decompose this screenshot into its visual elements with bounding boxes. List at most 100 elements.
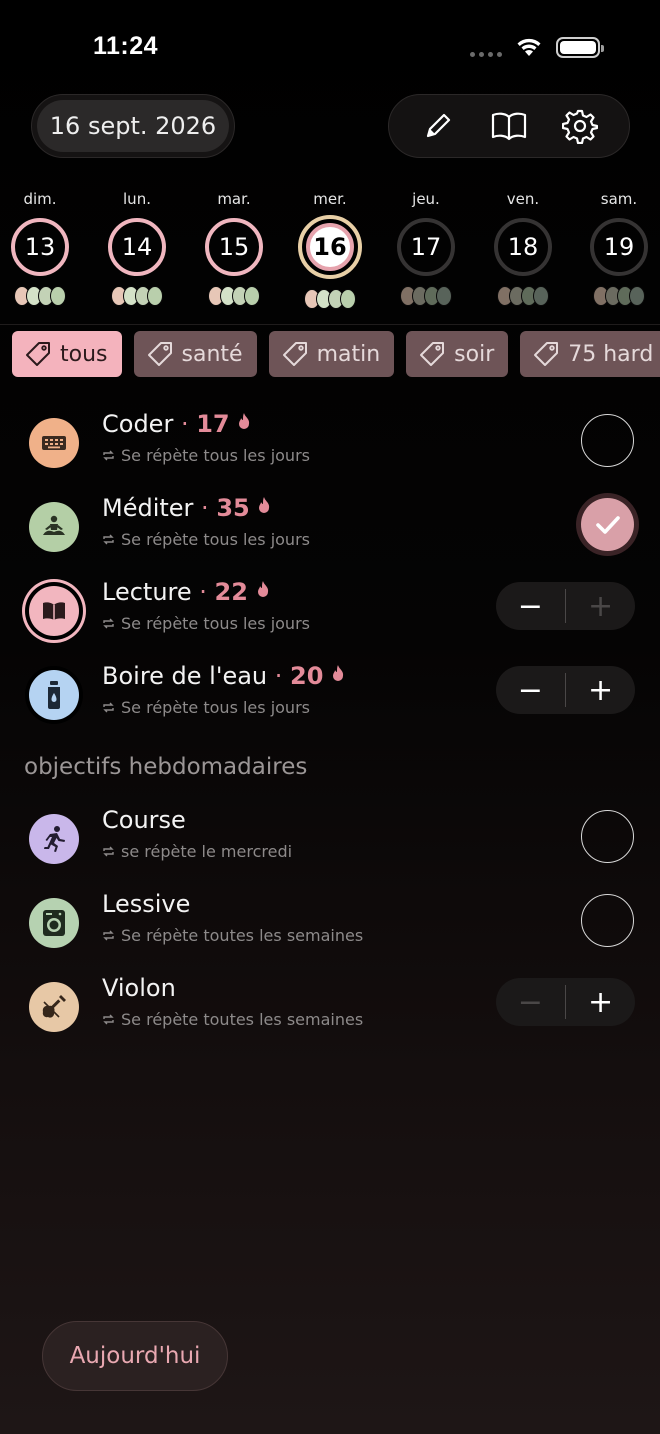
day-ring: 15 xyxy=(205,218,263,276)
habit-title: Méditer · 35 xyxy=(102,494,271,522)
habit-repeat-text: Se répète tous les jours xyxy=(121,446,310,465)
habit-row-m-diter[interactable]: Méditer · 35 Se répète tous les jours xyxy=(0,484,660,568)
habit-icon-badge xyxy=(29,418,79,468)
day-ring: 14 xyxy=(108,218,166,276)
habit-name: Boire de l'eau xyxy=(102,662,268,690)
tag-label: tous xyxy=(60,341,108,367)
battery-icon xyxy=(556,36,604,58)
habit-title: Lessive xyxy=(102,890,190,918)
repeat-icon xyxy=(103,534,114,545)
completion-checkbox[interactable] xyxy=(581,810,634,863)
habit-dot-icon xyxy=(147,286,163,306)
habit-repeat: Se répète toutes les semaines xyxy=(102,1010,363,1029)
streak-count: 22 xyxy=(214,578,248,606)
habit-row-lecture[interactable]: Lecture · 22 Se répète tous les jours − … xyxy=(0,568,660,652)
completion-checkbox[interactable] xyxy=(581,894,634,947)
habit-icon-badge xyxy=(29,814,79,864)
tag-3[interactable]: soir xyxy=(406,331,509,377)
habit-row-boire-de-l-eau[interactable]: Boire de l'eau · 20 Se répète tous les j… xyxy=(0,652,660,736)
habit-row-lessive[interactable]: Lessive Se répète toutes les semaines xyxy=(0,880,660,964)
edit-button[interactable] xyxy=(413,101,463,151)
toolbar xyxy=(388,94,630,158)
increment-button[interactable]: + xyxy=(566,978,635,1026)
increment-button[interactable]: + xyxy=(566,666,635,714)
day-15[interactable]: mar. 15 xyxy=(194,190,274,306)
day-18[interactable]: ven. 18 xyxy=(483,190,563,306)
cellular-signal-icon xyxy=(470,51,502,57)
day-name: jeu. xyxy=(412,190,440,208)
water-bottle-icon xyxy=(43,680,65,710)
day-16[interactable]: mer. 16 xyxy=(290,190,370,309)
habit-row-violon[interactable]: Violon Se répète toutes les semaines − + xyxy=(0,964,660,1048)
streak-count: 17 xyxy=(196,410,230,438)
wifi-icon xyxy=(517,38,541,56)
habit-repeat: Se répète tous les jours xyxy=(102,698,310,717)
habit-title: Coder · 17 xyxy=(102,410,251,438)
habit-row-course[interactable]: Course se répète le mercredi xyxy=(0,796,660,880)
repeat-icon xyxy=(103,930,114,941)
streak-separator: · xyxy=(173,410,197,438)
habit-repeat-text: Se répète toutes les semaines xyxy=(121,1010,364,1029)
meditation-icon xyxy=(40,515,68,539)
day-ring: 19 xyxy=(590,218,648,276)
habit-name: Coder xyxy=(102,410,174,438)
habit-row-coder[interactable]: Coder · 17 Se répète tous les jours xyxy=(0,400,660,484)
repeat-icon xyxy=(103,1014,114,1025)
day-name: lun. xyxy=(123,190,151,208)
completion-checkbox[interactable] xyxy=(581,414,634,467)
day-14[interactable]: lun. 14 xyxy=(97,190,177,306)
journal-button[interactable] xyxy=(484,101,534,151)
day-number: 13 xyxy=(24,233,56,261)
habit-dot-icon xyxy=(50,286,66,306)
tag-icon xyxy=(534,342,559,366)
flame-icon xyxy=(259,497,270,513)
tag-0[interactable]: tous xyxy=(12,331,122,377)
habit-dot-icon xyxy=(436,286,452,306)
tag-4[interactable]: 75 hard xyxy=(520,331,660,377)
habit-dot-icon xyxy=(629,286,645,306)
status-indicators xyxy=(470,36,604,58)
day-17[interactable]: jeu. 17 xyxy=(386,190,466,306)
today-button[interactable]: Aujourd'hui xyxy=(42,1321,228,1391)
decrement-button[interactable]: − xyxy=(496,666,565,714)
repeat-icon xyxy=(103,618,114,629)
completion-checkbox[interactable] xyxy=(581,498,634,551)
count-stepper: − + xyxy=(496,582,635,630)
increment-button[interactable]: + xyxy=(566,582,635,630)
day-13[interactable]: dim. 13 xyxy=(0,190,80,306)
tag-2[interactable]: matin xyxy=(268,331,395,377)
day-ring: 17 xyxy=(397,218,455,276)
day-habit-indicators xyxy=(194,286,274,306)
streak-separator: · xyxy=(267,662,291,690)
tag-icon xyxy=(282,342,307,366)
habit-repeat-text: Se répète tous les jours xyxy=(121,698,310,717)
habit-icon-badge xyxy=(29,670,79,720)
streak-separator: · xyxy=(191,578,215,606)
tag-label: matin xyxy=(316,341,381,367)
habit-icon-badge xyxy=(29,586,79,636)
habit-title: Boire de l'eau · 20 xyxy=(102,662,345,690)
day-habit-indicators xyxy=(386,286,466,306)
habit-repeat-text: se répète le mercredi xyxy=(121,842,293,861)
date-selector[interactable]: 16 sept. 2026 xyxy=(31,94,235,158)
flame-icon xyxy=(257,581,268,597)
decrement-button[interactable]: − xyxy=(496,978,565,1026)
date-label: 16 sept. 2026 xyxy=(37,100,229,152)
tag-label: soir xyxy=(454,341,495,367)
habit-name: Méditer xyxy=(102,494,194,522)
tag-1[interactable]: santé xyxy=(133,331,257,377)
day-19[interactable]: sam. 19 xyxy=(579,190,659,306)
day-name: sam. xyxy=(600,190,638,208)
status-time: 11:24 xyxy=(93,32,159,60)
settings-button[interactable] xyxy=(555,101,605,151)
day-habit-indicators xyxy=(290,289,370,309)
day-number: 18 xyxy=(507,233,539,261)
tag-filter-bar: tous santé matin soir 75 hard xyxy=(12,331,660,377)
decrement-button[interactable]: − xyxy=(496,582,565,630)
flame-icon xyxy=(333,665,344,681)
day-ring: 13 xyxy=(11,218,69,276)
habit-icon-badge xyxy=(29,982,79,1032)
day-number: 19 xyxy=(603,233,635,261)
habit-dot-icon xyxy=(244,286,260,306)
book-open-icon xyxy=(491,112,527,141)
